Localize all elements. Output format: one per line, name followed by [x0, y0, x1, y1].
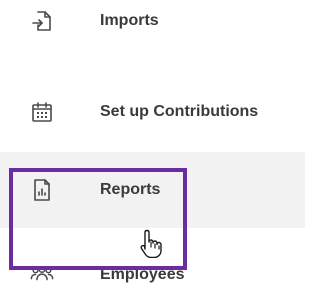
sidebar-item-set-up-contributions[interactable]: Set up Contributions [0, 85, 305, 139]
sidebar-item-label: Imports [100, 12, 159, 29]
sidebar-item-label: Reports [100, 181, 161, 198]
calendar-icon [30, 100, 54, 124]
sidebar-item-label: Employees [100, 266, 185, 283]
sidebar-nav: Imports Set up Contributions Reports Emp… [0, 0, 305, 302]
sidebar-item-employees[interactable]: Employees [0, 248, 305, 302]
employees-icon [30, 263, 54, 287]
sidebar-item-reports[interactable]: Reports [0, 152, 305, 228]
sidebar-item-label: Set up Contributions [100, 103, 259, 120]
import-icon [30, 9, 54, 33]
report-icon [30, 178, 54, 202]
sidebar-item-imports[interactable]: Imports [0, 0, 305, 48]
